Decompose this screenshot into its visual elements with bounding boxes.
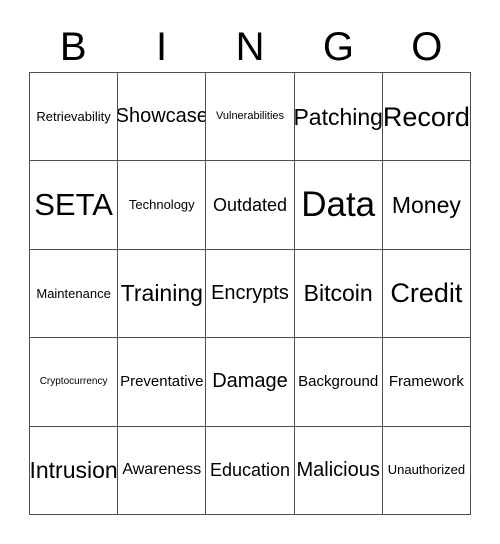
bingo-cell[interactable]: Outdated	[206, 161, 295, 250]
bingo-cell-label: Patching	[294, 103, 383, 130]
bingo-cell-label: Showcase	[118, 105, 207, 128]
bingo-cell[interactable]: Bitcoin	[294, 249, 383, 339]
bingo-cell[interactable]: Malicious	[294, 426, 383, 515]
bingo-cell[interactable]: Unauthorized	[382, 426, 471, 515]
bingo-cell[interactable]: Money	[382, 161, 471, 250]
bingo-cell[interactable]: Record	[382, 73, 471, 162]
bingo-card: B I N G O Retrievability Showcase Vulnerabilit…	[0, 0, 500, 544]
bingo-cell-label: Technology	[128, 197, 195, 213]
bingo-cell[interactable]: Education	[206, 426, 295, 515]
bingo-header-letter-i: I	[156, 25, 168, 69]
bingo-header-letter-o: O	[411, 25, 443, 69]
bingo-header-letter-g: G	[322, 25, 354, 69]
bingo-cell-label: Maintenance	[36, 285, 111, 301]
bingo-cell-label: Preventative	[120, 373, 204, 391]
bingo-cell-label: Cryptocurrency	[39, 375, 108, 387]
bingo-cell[interactable]: Maintenance	[30, 249, 119, 339]
bingo-cell[interactable]: Framework	[382, 338, 471, 427]
bingo-cell[interactable]: Training	[118, 249, 207, 339]
bingo-grid: Retrievability Showcase Vulnerabilities Pat…	[29, 72, 471, 515]
bingo-cell-label: Education	[209, 459, 291, 480]
bingo-cell-label: Vulnerabilities	[215, 109, 285, 122]
bingo-cell-label: Money	[391, 192, 461, 219]
bingo-cell-label: Intrusion	[30, 457, 118, 484]
bingo-cell[interactable]: Intrusion	[30, 426, 119, 515]
bingo-cell-label: SETA	[34, 186, 113, 222]
bingo-cell-label: Credit	[390, 278, 463, 309]
bingo-cell[interactable]: Cryptocurrency	[30, 338, 119, 427]
bingo-cell-label: Record	[382, 101, 470, 132]
bingo-cell[interactable]: Encrypts	[206, 249, 295, 339]
bingo-cell-label: Bitcoin	[303, 280, 373, 307]
bingo-cell[interactable]: Technology	[118, 161, 207, 250]
bingo-cell-label: Awareness	[122, 460, 202, 478]
bingo-cell-label: Retrievability	[36, 108, 111, 124]
bingo-cell[interactable]: Patching	[294, 73, 383, 162]
bingo-cell-label: Malicious	[296, 458, 380, 481]
bingo-cell-label: Data	[301, 184, 376, 224]
bingo-cell-label: Framework	[388, 373, 464, 391]
bingo-header-row: BINGO	[29, 22, 471, 72]
bingo-cell[interactable]: Data	[294, 161, 383, 250]
bingo-cell[interactable]: SETA	[30, 161, 119, 250]
bingo-cell-label: Background	[298, 373, 379, 391]
bingo-cell-label: Training	[120, 280, 203, 307]
bingo-cell-label: Damage	[212, 370, 288, 393]
bingo-cell[interactable]: Background	[294, 338, 383, 427]
bingo-header-letter-b: B	[59, 25, 87, 69]
bingo-cell-label: Unauthorized	[387, 462, 466, 478]
bingo-cell-label: Outdated	[212, 194, 288, 215]
bingo-cell-label: Encrypts	[211, 281, 289, 304]
bingo-cell[interactable]: Preventative	[118, 338, 207, 427]
bingo-cell[interactable]: Retrievability	[30, 73, 119, 162]
bingo-cell[interactable]: Damage	[206, 338, 295, 427]
bingo-cell[interactable]: Vulnerabilities	[206, 73, 295, 162]
bingo-cell[interactable]: Awareness	[118, 426, 207, 515]
bingo-cell[interactable]: Showcase	[118, 73, 207, 162]
bingo-cell[interactable]: Credit	[382, 249, 471, 339]
bingo-header-letter-n: N	[235, 25, 265, 69]
